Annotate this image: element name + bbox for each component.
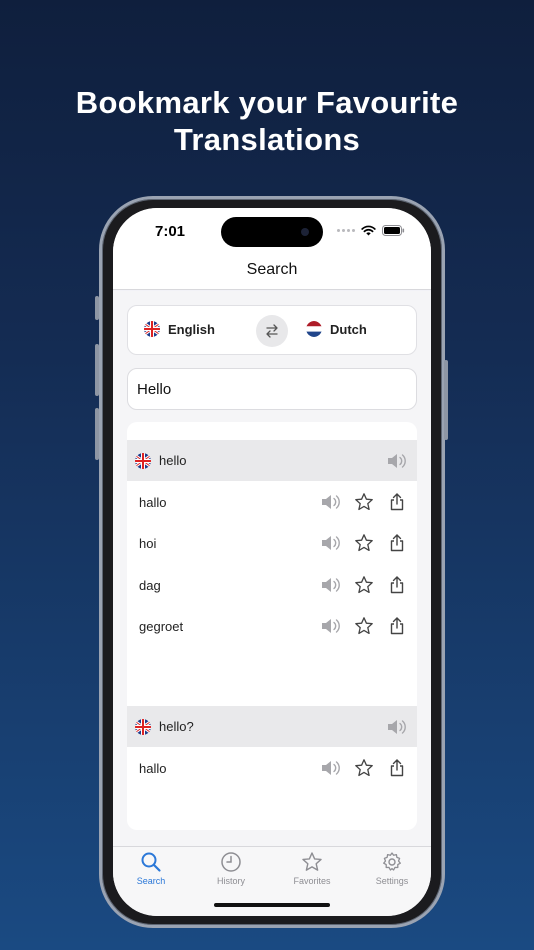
star-icon[interactable] — [353, 574, 374, 595]
target-language-button[interactable]: Dutch — [306, 321, 367, 337]
star-icon[interactable] — [353, 491, 374, 512]
translation-row[interactable]: hallo — [127, 747, 417, 789]
translation-row[interactable]: hoi — [127, 523, 417, 565]
share-icon[interactable] — [386, 491, 407, 512]
speaker-icon[interactable] — [386, 452, 407, 473]
tab-label: Settings — [375, 876, 409, 886]
signal-icon — [337, 229, 355, 232]
star-icon[interactable] — [353, 533, 374, 554]
tab-settings[interactable]: Settings — [352, 851, 431, 886]
promo-headline: Bookmark your Favourite Translations — [0, 84, 534, 158]
wifi-icon — [361, 225, 376, 236]
translation-label: gegroet — [139, 619, 184, 634]
speaker-icon[interactable] — [386, 718, 407, 739]
term-header: hello? — [127, 706, 417, 747]
share-icon[interactable] — [386, 616, 407, 637]
translation-label: hallo — [139, 760, 167, 776]
term-label: hello? — [159, 719, 194, 734]
source-language-label: English — [168, 321, 215, 337]
headline-line-1: Bookmark your Favourite — [75, 85, 459, 120]
swap-languages-button[interactable] — [256, 315, 288, 347]
tab-label: History — [216, 876, 245, 886]
search-content: English Dutch Hello hello hallo hoi dag … — [113, 291, 431, 846]
speaker-icon[interactable] — [320, 574, 341, 595]
tab-label: Search — [136, 876, 166, 886]
home-indicator[interactable] — [214, 903, 330, 907]
share-icon[interactable] — [386, 533, 407, 554]
translation-label: hallo — [139, 494, 167, 510]
target-language-label: Dutch — [330, 321, 367, 337]
language-selector: English Dutch — [127, 305, 417, 355]
row-actions — [320, 616, 407, 637]
speaker-icon[interactable] — [320, 491, 341, 512]
phone-mute-switch — [95, 296, 99, 320]
translation-row[interactable]: gegroet — [127, 606, 417, 648]
phone-power-button — [444, 360, 448, 440]
battery-icon — [382, 225, 405, 236]
headline-line-2: Translations — [173, 122, 361, 157]
tab-history[interactable]: History — [191, 851, 271, 886]
tab-label: Favorites — [293, 876, 331, 886]
speaker-icon[interactable] — [320, 757, 341, 778]
search-input[interactable] — [127, 368, 417, 410]
tab-search[interactable]: Search — [113, 851, 191, 886]
row-actions — [320, 533, 407, 554]
star-icon — [272, 851, 352, 873]
tab-favorites[interactable]: Favorites — [272, 851, 352, 886]
translation-row[interactable]: hallo — [127, 481, 417, 523]
source-language-button[interactable]: English — [144, 321, 215, 337]
translation-label: hoi — [139, 536, 157, 551]
star-icon[interactable] — [353, 616, 374, 637]
phone-screen: 7:01 Search English Dutch Hello hello ha… — [113, 208, 431, 916]
term-label: hello — [159, 453, 187, 468]
clock-icon — [191, 851, 271, 873]
status-indicators — [337, 225, 405, 236]
speaker-icon[interactable] — [320, 616, 341, 637]
term-header: hello — [127, 440, 417, 481]
speaker-icon[interactable] — [320, 533, 341, 554]
swap-icon — [266, 324, 278, 338]
share-icon[interactable] — [386, 757, 407, 778]
star-icon[interactable] — [353, 757, 374, 778]
uk-flag-icon — [144, 321, 160, 337]
nl-flag-icon — [306, 321, 322, 337]
translation-label: dag — [139, 577, 161, 593]
row-actions — [320, 757, 407, 778]
uk-flag-icon — [135, 718, 151, 735]
status-time: 7:01 — [155, 223, 186, 240]
results-list: hello hallo hoi dag gegroet hello? hallo — [127, 422, 417, 830]
share-icon[interactable] — [386, 574, 407, 595]
page-title: Search — [246, 261, 298, 278]
gear-icon — [352, 851, 431, 873]
dynamic-island — [221, 217, 323, 247]
uk-flag-icon — [135, 452, 151, 469]
navigation-bar: 7:01 Search — [113, 208, 431, 290]
search-icon — [113, 851, 191, 873]
phone-volume-up — [95, 344, 99, 396]
row-actions — [320, 574, 407, 595]
phone-volume-down — [95, 408, 99, 460]
row-actions — [320, 491, 407, 512]
translation-row[interactable]: dag — [127, 564, 417, 606]
